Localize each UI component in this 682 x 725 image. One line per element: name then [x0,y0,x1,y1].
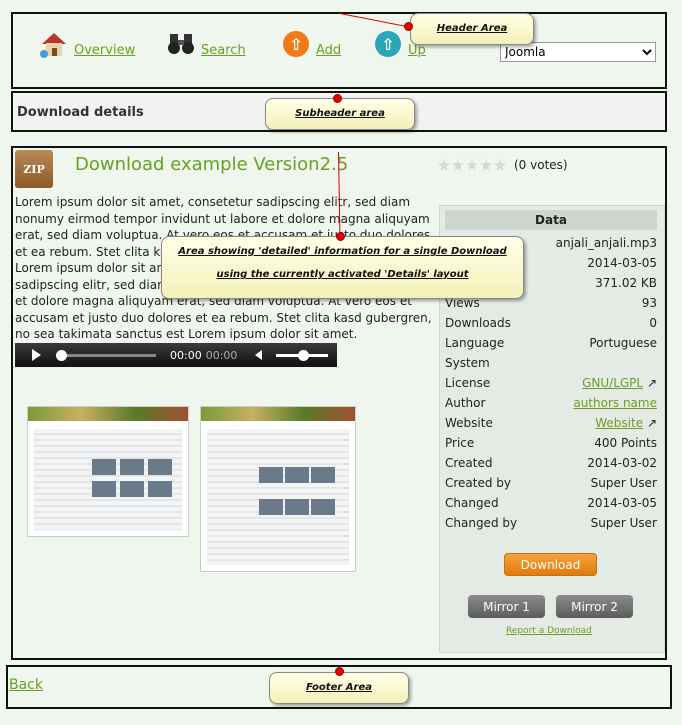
callout-details: Area showing 'detailed' information for … [161,236,524,299]
data-row-license: License GNU/LGPL ↗ [445,376,657,390]
data-row-downloads: Downloads 0 [445,316,657,330]
external-link-icon: ↗ [646,376,657,390]
callout-subheader: Subheader area [265,98,415,130]
website-link[interactable]: Website [595,416,643,430]
seek-knob[interactable] [56,349,67,361]
duration: 00:00 [205,348,238,362]
nav-search-link[interactable]: Search [201,43,246,58]
seek-slider[interactable] [56,349,156,361]
binoculars-icon [165,28,197,60]
data-heading: Data [445,210,657,230]
download-title: Download example Version2.5 [75,154,349,175]
data-row-system: System [445,356,490,370]
nav-search[interactable]: Search [165,28,246,60]
external-link-icon: ↗ [646,416,657,430]
nav-overview-link[interactable]: Overview [74,43,135,58]
nav-add[interactable]: ⇧ Add [280,28,341,60]
page-title: Download details [17,105,144,120]
rating-stars[interactable] [438,159,508,171]
audio-player: 00:00 00:00 [15,343,337,367]
volume-knob[interactable] [298,349,310,361]
callout-footer: Footer Area [269,672,409,704]
play-icon[interactable] [32,349,41,361]
star-icon[interactable] [480,159,492,171]
data-row-created-by: Created by Super User [445,476,657,490]
nav-overview[interactable]: Overview [38,28,135,60]
data-row-created: Created 2014-03-02 [445,456,657,470]
callout-header: Header Area [410,13,534,45]
up-arrow-icon: ⇧ [372,28,404,60]
data-row-author: Author authors name [445,396,657,410]
screenshot-thumbnail[interactable] [200,406,356,572]
home-icon [38,28,70,60]
star-icon[interactable] [494,159,506,171]
data-row-price: Price 400 Points [445,436,657,450]
data-row-changed-by: Changed by Super User [445,516,657,530]
category-select[interactable]: Joomla [500,42,656,62]
star-icon[interactable] [438,159,450,171]
vote-count: (0 votes) [514,158,568,172]
data-row-changed: Changed 2014-03-05 [445,496,657,510]
screenshot-thumbnail[interactable] [27,406,189,537]
marker-dot [404,22,413,31]
current-time: 00:00 [170,348,202,362]
zip-file-icon: ZIP [15,150,53,188]
star-icon[interactable] [452,159,464,171]
upload-arrow-icon: ⇧ [280,28,312,60]
download-button[interactable]: Download [504,553,597,576]
marker-dot [335,667,344,676]
volume-slider[interactable] [276,349,329,361]
star-icon[interactable] [466,159,478,171]
nav-add-link[interactable]: Add [316,43,341,58]
license-link[interactable]: GNU/LGPL [582,376,643,390]
data-row-website: Website Website ↗ [445,416,657,430]
mirror-2-button[interactable]: Mirror 2 [556,595,633,618]
volume-icon[interactable] [255,350,263,360]
nav-up-link[interactable]: Up [408,43,426,58]
marker-dot [336,232,345,241]
data-row-language: Language Portuguese [445,336,657,350]
report-download-link[interactable]: Report a Download [506,626,592,636]
mirror-1-button[interactable]: Mirror 1 [468,595,545,618]
author-link[interactable]: authors name [573,396,657,410]
marker-dot [333,94,342,103]
back-link[interactable]: Back [9,677,43,693]
